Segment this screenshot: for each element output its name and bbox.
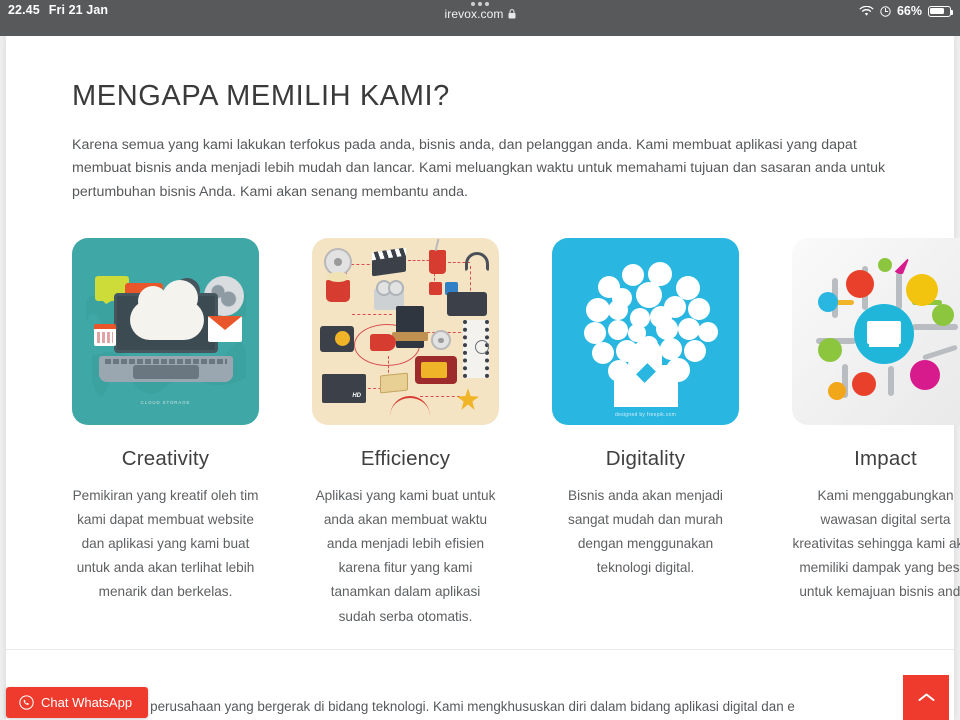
address-bar[interactable]: irevox.com xyxy=(444,7,515,21)
clapperboard-icon xyxy=(372,247,406,277)
connector-line xyxy=(420,396,460,398)
keyboard-icon xyxy=(105,359,227,365)
circuit-line xyxy=(888,366,894,397)
feature-card-creativity: CLOUD STORAGE Creativity Pemikiran yang … xyxy=(72,238,259,628)
card-title: Impact xyxy=(854,447,917,471)
laptop-hub-icon xyxy=(854,304,914,365)
location-icon xyxy=(880,5,891,17)
connector-line xyxy=(352,314,392,316)
card-body: Aplikasi yang kami buat untuk anda akan … xyxy=(315,488,496,624)
home-icon xyxy=(688,298,710,321)
circuit-line xyxy=(922,344,958,361)
feature-card-efficiency: HD Efficiency Aplikasi yang kami buat un… xyxy=(312,238,499,628)
popcorn-icon xyxy=(326,272,350,303)
circuit-line xyxy=(896,272,902,311)
mail-icon xyxy=(932,304,954,327)
film-strip-icon xyxy=(463,320,489,379)
dot-icon xyxy=(878,258,892,273)
section-divider xyxy=(6,649,954,650)
chat-whatsapp-label: Chat WhatsApp xyxy=(41,695,133,710)
cloud-icon xyxy=(130,280,204,341)
status-bar-right: 66% xyxy=(859,4,954,18)
laptop-base-icon xyxy=(99,356,233,383)
card-body: Pemikiran yang kreatif oleh tim kami dap… xyxy=(72,488,259,600)
cinema-isometric-illustration: HD xyxy=(312,238,499,426)
lock-icon xyxy=(508,9,515,19)
message-bubble-icon xyxy=(846,270,874,299)
technology-network-illustration xyxy=(792,238,960,426)
intro-paragraph: Karena semua yang kami lakukan terfokus … xyxy=(72,137,886,200)
feature-cards: CLOUD STORAGE Creativity Pemikiran yang … xyxy=(72,238,960,628)
tv-icon: HD xyxy=(322,374,366,404)
cursor-icon xyxy=(892,256,910,275)
wifi-icon xyxy=(859,5,874,16)
page-content: MENGAPA MEMILIH KAMI? Karena semua yang … xyxy=(6,36,960,629)
cart-icon xyxy=(622,264,644,287)
keyboard-icon xyxy=(592,342,614,365)
battery-icon xyxy=(928,5,954,17)
footer-paragraph: Kami adalah perusahaan yang bergerak di … xyxy=(72,695,914,720)
megaphone-icon xyxy=(370,334,396,352)
card-body: Bisnis anda akan menjadi sangat mudah da… xyxy=(568,488,723,576)
cloud-storage-illustration: CLOUD STORAGE xyxy=(72,238,259,426)
smartphone-icon xyxy=(608,320,628,341)
envelope-icon xyxy=(208,316,242,343)
search-icon xyxy=(910,360,940,391)
bird-icon xyxy=(698,322,718,343)
illustration-caption: designed by freepik.com xyxy=(614,412,677,419)
heart-icon xyxy=(586,298,610,323)
page-sheet: MENGAPA MEMILIH KAMI? Karena semua yang … xyxy=(6,36,960,720)
page-title: MENGAPA MEMILIH KAMI? xyxy=(72,80,450,112)
card-title: Efficiency xyxy=(360,447,451,471)
chat-icon xyxy=(656,318,678,341)
clock-icon xyxy=(678,318,700,341)
chat-whatsapp-button[interactable]: Chat WhatsApp xyxy=(6,687,149,718)
director-chair-icon xyxy=(392,306,428,349)
scroll-to-top-button[interactable] xyxy=(903,675,949,720)
megaphone-icon xyxy=(636,282,662,309)
calendar-icon xyxy=(94,324,116,347)
whatsapp-icon xyxy=(19,695,34,710)
wifi-icon xyxy=(608,300,628,321)
three-dots-icon[interactable] xyxy=(471,2,489,6)
browser-viewport: MENGAPA MEMILIH KAMI? Karena semua yang … xyxy=(0,36,960,720)
social-icons-head-illustration: designed by freepik.com xyxy=(552,238,739,426)
wifi-icon xyxy=(818,338,842,363)
projector-icon xyxy=(447,292,487,317)
star-trophy-icon xyxy=(457,388,479,410)
sofa-icon xyxy=(415,356,457,385)
lock-icon xyxy=(852,372,876,397)
book-icon xyxy=(684,340,706,363)
card-title: Creativity xyxy=(121,447,210,471)
soda-cup-icon xyxy=(429,250,446,275)
music-icon xyxy=(584,322,606,345)
ios-status-bar: 22.45 Fri 21 Jan irevox.com 66% xyxy=(0,0,960,36)
footer-line-1: Kami adalah perusahaan yang bergerak di … xyxy=(72,699,795,714)
browser-address-area[interactable]: irevox.com xyxy=(0,2,960,21)
rope-barrier-icon xyxy=(390,396,430,416)
film-reel-icon xyxy=(431,330,451,351)
card-title: Digitality xyxy=(605,447,686,471)
person-body-icon xyxy=(614,365,678,408)
chevron-up-icon xyxy=(918,693,934,701)
spotlight-icon xyxy=(320,326,354,353)
headphones-icon xyxy=(465,252,489,273)
address-bar-text: irevox.com xyxy=(444,7,504,21)
illustration-caption: CLOUD STORAGE xyxy=(140,400,191,406)
coffee-icon xyxy=(660,338,682,361)
card-body: Kami menggabungkan wawasan digital serta… xyxy=(792,488,960,600)
battery-percent-label: 66% xyxy=(896,4,922,18)
feature-card-impact: Impact Kami menggabungkan wawasan digita… xyxy=(792,238,960,628)
feature-card-digitality: designed by freepik.com Digitality Bisni… xyxy=(552,238,739,628)
illustration-caption: HD xyxy=(352,393,361,400)
circuit-line xyxy=(912,324,958,331)
ticket-icon xyxy=(380,372,408,394)
